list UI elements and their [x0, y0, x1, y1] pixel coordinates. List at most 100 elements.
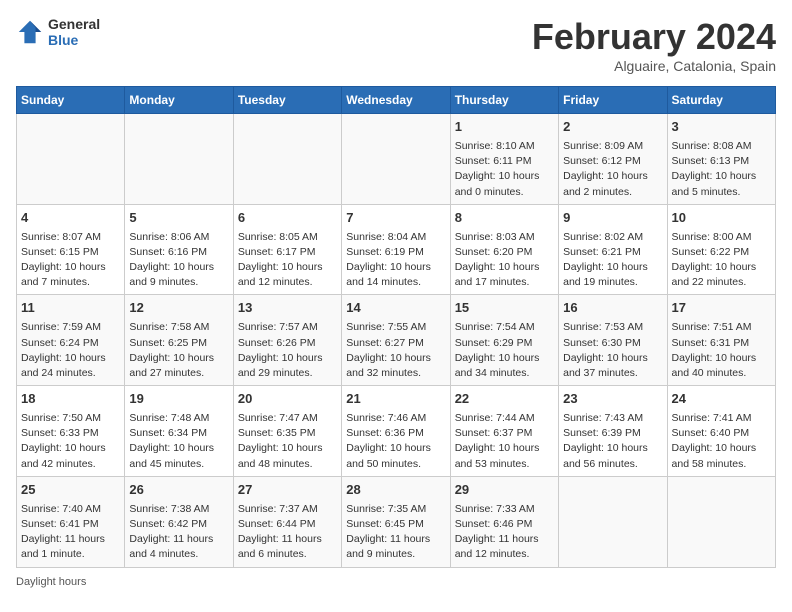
day-cell: 12 Sunrise: 7:58 AM Sunset: 6:25 PM Dayli…	[125, 295, 233, 386]
day-cell: 5 Sunrise: 8:06 AM Sunset: 6:16 PM Daylig…	[125, 204, 233, 295]
calendar-table: SundayMondayTuesdayWednesdayThursdayFrid…	[16, 86, 776, 568]
footer-note: Daylight hours	[16, 576, 776, 588]
header-row: SundayMondayTuesdayWednesdayThursdayFrid…	[17, 87, 776, 114]
day-header-wednesday: Wednesday	[342, 87, 450, 114]
day-number: 15	[455, 299, 554, 318]
day-cell	[559, 476, 667, 567]
day-cell: 4Sunrise: 8:07 AM Sunset: 6:15 PM Daylig…	[17, 204, 125, 295]
week-row-4: 18Sunrise: 7:50 AM Sunset: 6:33 PM Dayli…	[17, 386, 776, 477]
day-info: Sunrise: 7:53 AM Sunset: 6:30 PM Dayligh…	[563, 320, 662, 381]
month-title: February 2024	[532, 16, 776, 58]
day-cell: 20 Sunrise: 7:47 AM Sunset: 6:35 PM Dayli…	[233, 386, 341, 477]
day-info: Sunrise: 7:57 AM Sunset: 6:26 PM Dayligh…	[238, 320, 337, 381]
day-info: Sunrise: 7:41 AM Sunset: 6:40 PM Dayligh…	[672, 411, 771, 472]
day-info: Sunrise: 7:44 AM Sunset: 6:37 PM Dayligh…	[455, 411, 554, 472]
day-info: Sunrise: 7:59 AM Sunset: 6:24 PM Dayligh…	[21, 320, 120, 381]
day-number: 23	[563, 390, 662, 409]
day-info: Sunrise: 7:48 AM Sunset: 6:34 PM Dayligh…	[129, 411, 228, 472]
day-cell	[17, 114, 125, 205]
day-info: Sunrise: 8:05 AM Sunset: 6:17 PM Dayligh…	[238, 230, 337, 291]
day-cell: 15Sunrise: 7:54 AM Sunset: 6:29 PM Dayli…	[450, 295, 558, 386]
day-info: Sunrise: 8:06 AM Sunset: 6:16 PM Dayligh…	[129, 230, 228, 291]
day-cell: 13 Sunrise: 7:57 AM Sunset: 6:26 PM Dayli…	[233, 295, 341, 386]
day-info: Sunrise: 7:37 AM Sunset: 6:44 PM Dayligh…	[238, 502, 337, 563]
day-number: 20	[238, 390, 337, 409]
day-cell: 27 Sunrise: 7:37 AM Sunset: 6:44 PM Dayli…	[233, 476, 341, 567]
day-cell: 8 Sunrise: 8:03 AM Sunset: 6:20 PM Daylig…	[450, 204, 558, 295]
day-header-tuesday: Tuesday	[233, 87, 341, 114]
day-info: Sunrise: 7:33 AM Sunset: 6:46 PM Dayligh…	[455, 502, 554, 563]
day-info: Sunrise: 7:55 AM Sunset: 6:27 PM Dayligh…	[346, 320, 445, 381]
day-number: 2	[563, 118, 662, 137]
day-number: 22	[455, 390, 554, 409]
day-number: 7	[346, 209, 445, 228]
day-number: 5	[129, 209, 228, 228]
day-cell: 2 Sunrise: 8:09 AM Sunset: 6:12 PM Daylig…	[559, 114, 667, 205]
day-cell: 3 Sunrise: 8:08 AM Sunset: 6:13 PM Daylig…	[667, 114, 775, 205]
calendar-header: SundayMondayTuesdayWednesdayThursdayFrid…	[17, 87, 776, 114]
day-number: 3	[672, 118, 771, 137]
logo-text: General Blue	[48, 16, 100, 48]
day-number: 29	[455, 481, 554, 500]
day-cell	[233, 114, 341, 205]
logo-blue: Blue	[48, 32, 100, 48]
day-number: 28	[346, 481, 445, 500]
day-info: Sunrise: 7:51 AM Sunset: 6:31 PM Dayligh…	[672, 320, 771, 381]
day-cell: 28 Sunrise: 7:35 AM Sunset: 6:45 PM Dayli…	[342, 476, 450, 567]
day-cell: 10 Sunrise: 8:00 AM Sunset: 6:22 PM Dayli…	[667, 204, 775, 295]
day-cell: 29 Sunrise: 7:33 AM Sunset: 6:46 PM Dayli…	[450, 476, 558, 567]
calendar-body: 1 Sunrise: 8:10 AM Sunset: 6:11 PM Daylig…	[17, 114, 776, 568]
day-number: 17	[672, 299, 771, 318]
day-header-thursday: Thursday	[450, 87, 558, 114]
title-block: February 2024 Alguaire, Catalonia, Spain	[532, 16, 776, 74]
day-number: 21	[346, 390, 445, 409]
day-cell: 6 Sunrise: 8:05 AM Sunset: 6:17 PM Daylig…	[233, 204, 341, 295]
day-number: 14	[346, 299, 445, 318]
day-info: Sunrise: 7:50 AM Sunset: 6:33 PM Dayligh…	[21, 411, 120, 472]
day-cell: 16Sunrise: 7:53 AM Sunset: 6:30 PM Dayli…	[559, 295, 667, 386]
day-cell	[125, 114, 233, 205]
week-row-1: 1 Sunrise: 8:10 AM Sunset: 6:11 PM Daylig…	[17, 114, 776, 205]
logo-general: General	[48, 16, 100, 32]
day-cell: 25Sunrise: 7:40 AM Sunset: 6:41 PM Dayli…	[17, 476, 125, 567]
day-info: Sunrise: 8:09 AM Sunset: 6:12 PM Dayligh…	[563, 139, 662, 200]
day-cell: 26Sunrise: 7:38 AM Sunset: 6:42 PM Dayli…	[125, 476, 233, 567]
day-number: 27	[238, 481, 337, 500]
day-info: Sunrise: 8:03 AM Sunset: 6:20 PM Dayligh…	[455, 230, 554, 291]
day-info: Sunrise: 8:04 AM Sunset: 6:19 PM Dayligh…	[346, 230, 445, 291]
day-info: Sunrise: 8:10 AM Sunset: 6:11 PM Dayligh…	[455, 139, 554, 200]
day-number: 6	[238, 209, 337, 228]
page-header: General Blue February 2024 Alguaire, Cat…	[16, 16, 776, 74]
day-header-monday: Monday	[125, 87, 233, 114]
day-number: 1	[455, 118, 554, 137]
day-number: 11	[21, 299, 120, 318]
day-info: Sunrise: 8:00 AM Sunset: 6:22 PM Dayligh…	[672, 230, 771, 291]
logo: General Blue	[16, 16, 100, 48]
day-header-saturday: Saturday	[667, 87, 775, 114]
day-cell: 9 Sunrise: 8:02 AM Sunset: 6:21 PM Daylig…	[559, 204, 667, 295]
location-subtitle: Alguaire, Catalonia, Spain	[532, 58, 776, 74]
day-info: Sunrise: 7:40 AM Sunset: 6:41 PM Dayligh…	[21, 502, 120, 563]
day-cell: 14 Sunrise: 7:55 AM Sunset: 6:27 PM Dayli…	[342, 295, 450, 386]
day-info: Sunrise: 7:58 AM Sunset: 6:25 PM Dayligh…	[129, 320, 228, 381]
day-cell: 21Sunrise: 7:46 AM Sunset: 6:36 PM Dayli…	[342, 386, 450, 477]
day-cell: 1 Sunrise: 8:10 AM Sunset: 6:11 PM Daylig…	[450, 114, 558, 205]
day-number: 13	[238, 299, 337, 318]
day-number: 9	[563, 209, 662, 228]
day-number: 12	[129, 299, 228, 318]
day-info: Sunrise: 8:08 AM Sunset: 6:13 PM Dayligh…	[672, 139, 771, 200]
day-number: 8	[455, 209, 554, 228]
week-row-3: 11 Sunrise: 7:59 AM Sunset: 6:24 PM Dayli…	[17, 295, 776, 386]
day-cell: 18Sunrise: 7:50 AM Sunset: 6:33 PM Dayli…	[17, 386, 125, 477]
day-info: Sunrise: 7:47 AM Sunset: 6:35 PM Dayligh…	[238, 411, 337, 472]
day-cell: 22 Sunrise: 7:44 AM Sunset: 6:37 PM Dayli…	[450, 386, 558, 477]
day-info: Sunrise: 8:02 AM Sunset: 6:21 PM Dayligh…	[563, 230, 662, 291]
day-header-sunday: Sunday	[17, 87, 125, 114]
day-number: 10	[672, 209, 771, 228]
day-cell: 7 Sunrise: 8:04 AM Sunset: 6:19 PM Daylig…	[342, 204, 450, 295]
day-info: Sunrise: 7:35 AM Sunset: 6:45 PM Dayligh…	[346, 502, 445, 563]
day-cell: 11 Sunrise: 7:59 AM Sunset: 6:24 PM Dayli…	[17, 295, 125, 386]
day-number: 24	[672, 390, 771, 409]
week-row-2: 4Sunrise: 8:07 AM Sunset: 6:15 PM Daylig…	[17, 204, 776, 295]
day-cell	[667, 476, 775, 567]
